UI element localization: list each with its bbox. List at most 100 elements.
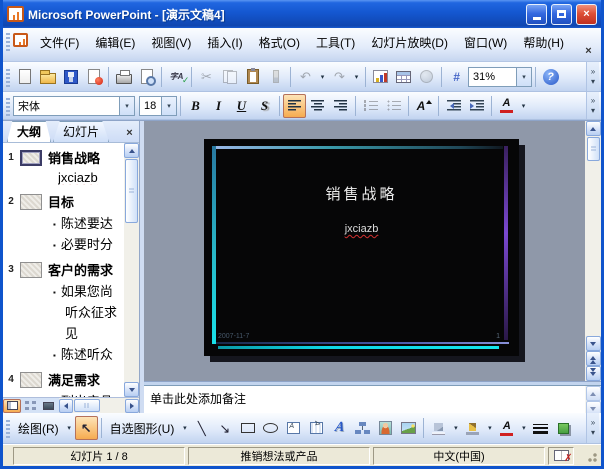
numbering-button[interactable]: [359, 94, 382, 118]
toolbar-grip[interactable]: [6, 69, 10, 87]
font-color-button[interactable]: A: [495, 94, 518, 118]
increase-font-button[interactable]: A: [412, 94, 435, 118]
spellcheck-status[interactable]: ✗: [548, 447, 574, 465]
document-close-button[interactable]: ×: [581, 44, 596, 58]
redo-dropdown[interactable]: ▾: [351, 66, 362, 88]
oval-tool-button[interactable]: [259, 416, 282, 440]
toolbar-grip[interactable]: [6, 98, 10, 116]
font-color-dropdown[interactable]: ▾: [518, 417, 529, 439]
undo-button[interactable]: ↶: [294, 65, 317, 89]
scroll-left-button[interactable]: [59, 399, 73, 413]
font-dropdown[interactable]: ▾: [119, 97, 134, 115]
wordart-button[interactable]: A: [328, 416, 351, 440]
font-size-dropdown[interactable]: ▾: [161, 97, 176, 115]
language-indicator[interactable]: 中文(中国): [373, 447, 545, 465]
scroll-right-button[interactable]: [125, 399, 139, 413]
copy-button[interactable]: [218, 65, 241, 89]
outline-bullet[interactable]: 陈述要达: [53, 213, 124, 232]
zoom-combobox[interactable]: 31% ▾: [468, 67, 532, 87]
menu-file[interactable]: 文件(F): [32, 31, 87, 54]
slide-show-button[interactable]: [39, 399, 57, 413]
toolbar-options-button[interactable]: » ▾: [586, 413, 599, 443]
slide-title[interactable]: 销售战略: [204, 183, 519, 204]
rectangle-tool-button[interactable]: [236, 416, 259, 440]
slide-canvas[interactable]: 销售战略 jxciazb 2007-11-7 1: [204, 139, 519, 356]
outline-bullet-cont[interactable]: 听众征求: [65, 302, 124, 321]
toolbar-grip[interactable]: [6, 420, 10, 438]
draw-menu-dropdown[interactable]: ▾: [64, 417, 75, 439]
help-button[interactable]: ?: [539, 65, 562, 89]
italic-button[interactable]: I: [207, 94, 230, 118]
menu-insert[interactable]: 插入(I): [199, 31, 250, 54]
print-button[interactable]: [112, 65, 135, 89]
fill-color-button[interactable]: [427, 416, 450, 440]
font-combobox[interactable]: 宋体 ▾: [13, 96, 135, 116]
bullets-button[interactable]: [382, 94, 405, 118]
format-painter-button[interactable]: [264, 65, 287, 89]
outline-row[interactable]: 4 满足需求: [3, 370, 124, 389]
autoshapes-button[interactable]: 自选图形(U): [105, 416, 180, 440]
menu-edit[interactable]: 编辑(E): [87, 31, 143, 54]
arrow-tool-button[interactable]: ↘: [213, 416, 236, 440]
outline-subtitle[interactable]: jxciazb: [58, 170, 124, 185]
vertical-text-box-button[interactable]: [305, 416, 328, 440]
toolbar-options-button[interactable]: » ▾: [586, 62, 599, 91]
tab-outline[interactable]: 大纲: [7, 121, 51, 142]
slide-subtitle[interactable]: jxciazb: [204, 223, 519, 235]
normal-view-button[interactable]: [3, 399, 21, 413]
menu-window[interactable]: 窗口(W): [456, 31, 515, 54]
decrease-indent-button[interactable]: [442, 94, 465, 118]
paste-button[interactable]: [241, 65, 264, 89]
align-center-button[interactable]: [306, 94, 329, 118]
text-box-button[interactable]: [282, 416, 305, 440]
next-slide-button[interactable]: [586, 366, 601, 381]
outline-bullet[interactable]: 如果您尚: [53, 281, 124, 300]
menu-format[interactable]: 格式(O): [251, 31, 308, 54]
save-button[interactable]: [59, 65, 82, 89]
scroll-down-button[interactable]: [586, 336, 601, 351]
shadow-style-button[interactable]: [552, 416, 575, 440]
previous-slide-button[interactable]: [586, 351, 601, 366]
menu-slideshow[interactable]: 幻灯片放映(D): [363, 31, 456, 54]
tab-slides[interactable]: 幻灯片: [53, 121, 109, 142]
scroll-thumb[interactable]: [74, 399, 100, 412]
notes-placeholder[interactable]: 单击此处添加备注: [144, 386, 585, 413]
undo-dropdown[interactable]: ▾: [317, 66, 328, 88]
select-objects-button[interactable]: ↖: [75, 416, 98, 440]
line-tool-button[interactable]: ╲: [190, 416, 213, 440]
bold-button[interactable]: B: [184, 94, 207, 118]
outline-row[interactable]: 1 销售战略: [3, 148, 124, 167]
align-left-button[interactable]: [283, 94, 306, 118]
autoshapes-dropdown[interactable]: ▾: [179, 417, 190, 439]
draw-menu-button[interactable]: 绘图(R): [13, 416, 64, 440]
open-button[interactable]: [36, 65, 59, 89]
close-button[interactable]: ×: [576, 4, 597, 25]
menu-view[interactable]: 视图(V): [143, 31, 199, 54]
menu-help[interactable]: 帮助(H): [515, 31, 572, 54]
font-size-combobox[interactable]: 18 ▾: [139, 96, 177, 116]
spelling-button[interactable]: 字A: [165, 65, 188, 89]
new-button[interactable]: [13, 65, 36, 89]
insert-clipart-button[interactable]: [374, 416, 397, 440]
permission-button[interactable]: [82, 65, 105, 89]
menu-tools[interactable]: 工具(T): [308, 31, 363, 54]
outline-bullet-cont[interactable]: 见: [65, 323, 124, 342]
line-style-button[interactable]: [529, 416, 552, 440]
scroll-up-button[interactable]: [124, 143, 139, 158]
align-right-button[interactable]: [329, 94, 352, 118]
outline-row[interactable]: 2 目标: [3, 192, 124, 211]
redo-button[interactable]: ↷: [328, 65, 351, 89]
insert-picture-button[interactable]: [397, 416, 420, 440]
print-preview-button[interactable]: [135, 65, 158, 89]
font-color-button[interactable]: A: [495, 416, 518, 440]
insert-chart-button[interactable]: [369, 65, 392, 89]
increase-indent-button[interactable]: [465, 94, 488, 118]
scroll-thumb[interactable]: [587, 137, 600, 161]
insert-diagram-button[interactable]: [351, 416, 374, 440]
text-shadow-button[interactable]: S: [253, 94, 276, 118]
zoom-dropdown[interactable]: ▾: [516, 68, 531, 86]
pane-close-button[interactable]: ×: [122, 125, 137, 140]
toolbar-options-button[interactable]: » ▾: [586, 92, 599, 119]
maximize-button[interactable]: [551, 4, 572, 25]
minimize-button[interactable]: [526, 4, 547, 25]
